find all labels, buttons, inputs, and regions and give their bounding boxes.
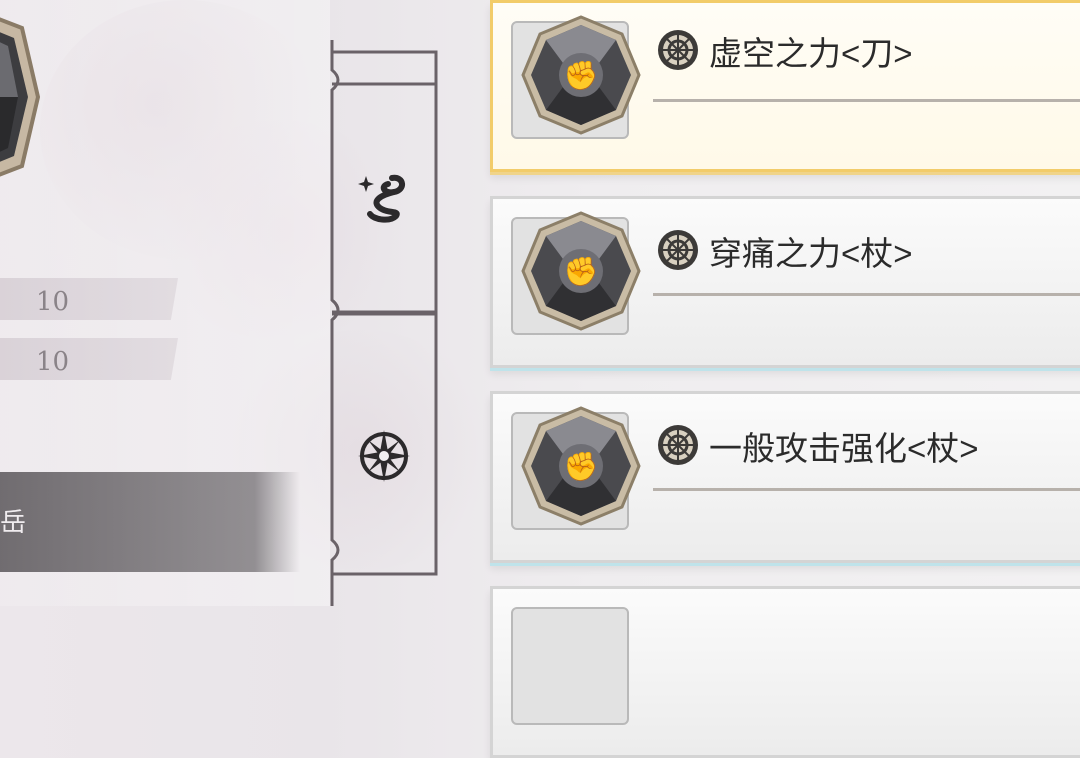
stat-value: 10 bbox=[36, 347, 70, 377]
svg-text:✊: ✊ bbox=[564, 450, 599, 483]
svg-text:✊: ✊ bbox=[564, 255, 599, 288]
fist-gem-icon: ✊ bbox=[521, 15, 641, 135]
skill-card[interactable]: ✊ 一般攻击强化<杖> bbox=[490, 391, 1080, 563]
category-tab-rail bbox=[330, 0, 440, 606]
stat-row: 10 bbox=[0, 278, 178, 320]
skill-card[interactable]: ✊ 虚空之力<刀> bbox=[490, 0, 1080, 172]
tab-dragon[interactable] bbox=[330, 40, 438, 320]
skill-icon-frame: ✊ bbox=[511, 211, 641, 335]
skill-icon-frame: ✊ bbox=[511, 15, 641, 139]
skill-icon-frame bbox=[511, 607, 629, 725]
skill-type-icon bbox=[658, 230, 698, 270]
skill-card[interactable] bbox=[490, 586, 1080, 758]
svg-text:✊: ✊ bbox=[564, 59, 599, 92]
fist-gem-icon: ✊ bbox=[521, 211, 641, 331]
skill-name: 一般攻击强化<杖> bbox=[709, 430, 979, 467]
skill-card[interactable]: ✊ 穿痛之力<杖> bbox=[490, 196, 1080, 368]
large-gem-emblem-icon bbox=[0, 17, 41, 177]
skill-name: 虚空之力<刀> bbox=[709, 35, 913, 72]
divider bbox=[653, 293, 1080, 296]
skill-icon-frame: ✊ bbox=[511, 406, 641, 530]
stat-value: 10 bbox=[36, 287, 70, 317]
divider bbox=[653, 488, 1080, 491]
compass-star-icon bbox=[358, 430, 410, 482]
dragon-icon bbox=[358, 174, 405, 223]
divider bbox=[653, 99, 1080, 102]
stat-row: 10 bbox=[0, 338, 178, 380]
skill-type-icon bbox=[658, 425, 698, 465]
info-bar-text: 岳 bbox=[0, 508, 27, 538]
fist-gem-icon: ✊ bbox=[521, 406, 641, 526]
character-stat-panel: 10 10 岳 bbox=[0, 0, 330, 606]
info-bar[interactable]: 岳 bbox=[0, 472, 300, 572]
tab-compass[interactable] bbox=[330, 300, 438, 606]
skill-name: 穿痛之力<杖> bbox=[709, 235, 913, 272]
skill-type-icon bbox=[658, 30, 698, 70]
